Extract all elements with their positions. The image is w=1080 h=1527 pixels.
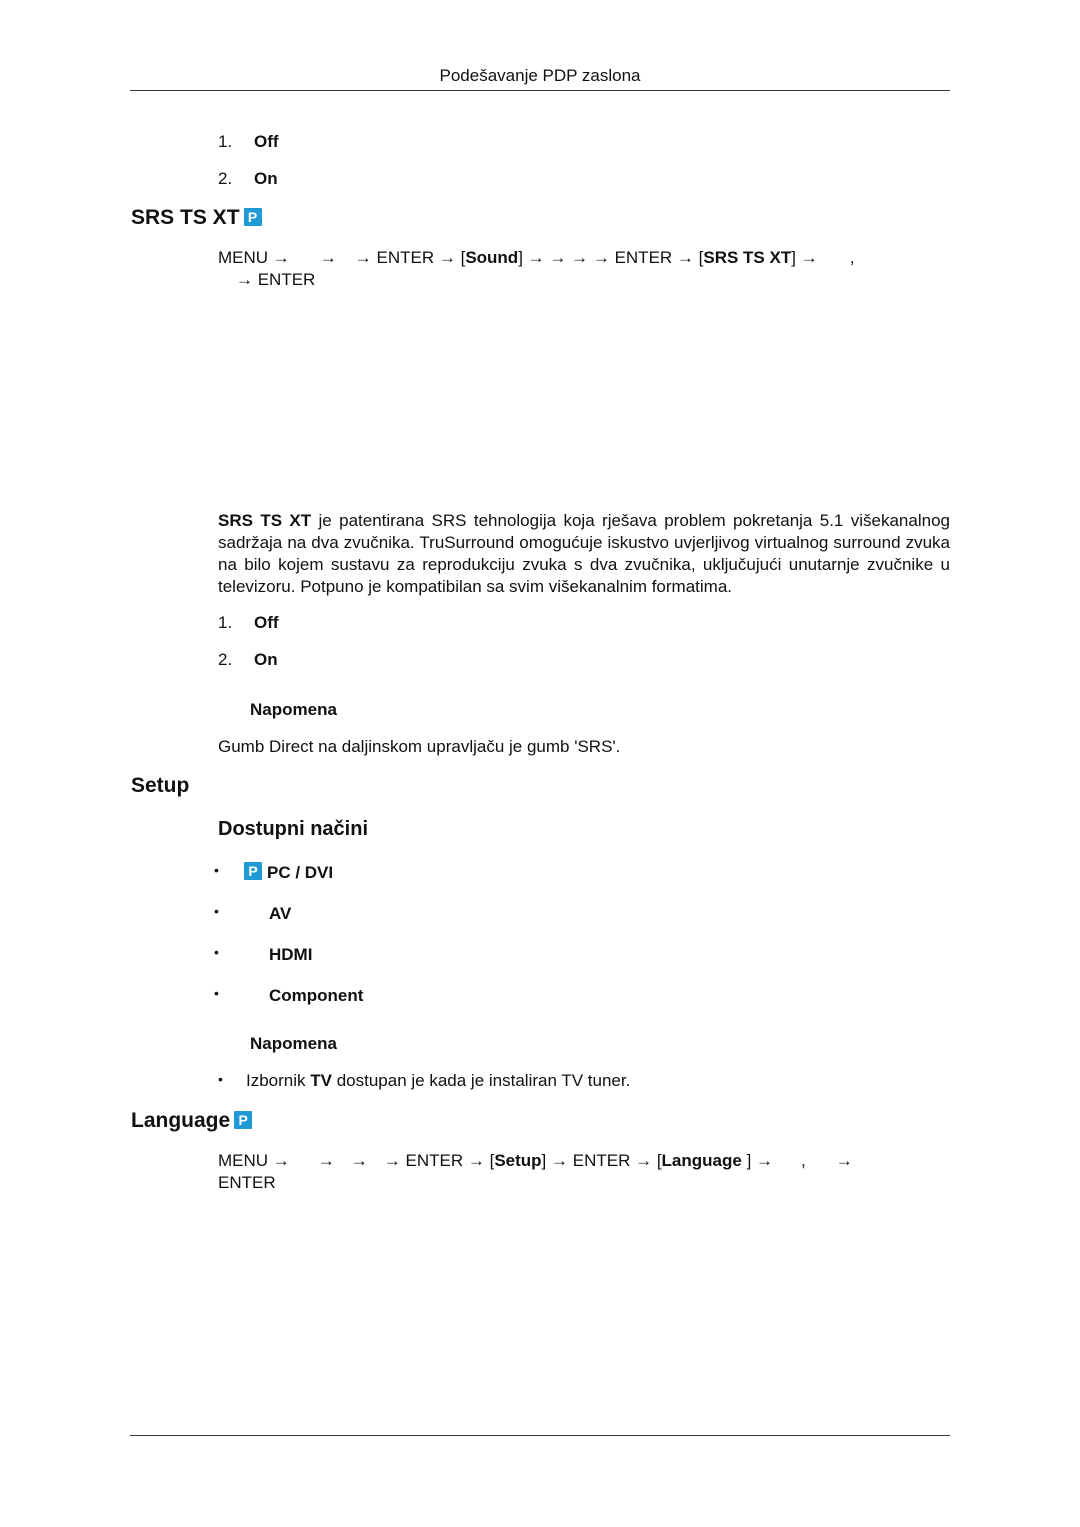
path-arrow: → — [319, 248, 337, 267]
setup-note-item: • Izbornik TV dostupan je kada je instali… — [218, 1071, 630, 1091]
page-header-title: Podešavanje PDP zaslona — [439, 66, 641, 85]
path-arrow: → — [350, 1151, 368, 1170]
option-item: 2. On — [218, 169, 278, 189]
available-modes-heading: Dostupni načini — [218, 818, 368, 840]
mode-label: AV — [269, 904, 292, 923]
path-enter: → ENTER → — [551, 1151, 653, 1170]
srs-menu-path: MENU → → → ENTER → [Sound] → → → → ENTER →… — [218, 247, 950, 291]
srs-description-bold: SRS TS XT — [218, 511, 312, 530]
header-divider — [130, 90, 950, 91]
note-text-post: dostupan je kada je instaliran TV tuner. — [331, 1071, 631, 1090]
language-menu-path: MENU → → → → ENTER → [Setup] → ENTER → [Lan… — [218, 1150, 950, 1194]
path-comma: , — [849, 248, 855, 267]
bullet-icon: • — [214, 985, 219, 1001]
path-arrow: → — [317, 1151, 335, 1170]
option-label: Off — [254, 613, 279, 632]
path-enter: → ENTER → — [354, 248, 456, 267]
setup-section-heading: Setup — [131, 774, 190, 797]
option-item: 2. On — [218, 650, 278, 670]
bullet-icon: • — [214, 862, 219, 878]
pc-mode-badge-icon: P — [244, 862, 262, 880]
bracket: ] — [541, 1151, 547, 1170]
option-item: 1. Off — [218, 132, 279, 152]
language-section-heading: Language P — [131, 1109, 253, 1133]
srs-section-heading: SRS TS XT P — [131, 206, 262, 230]
mode-label: HDMI — [269, 945, 313, 964]
mode-label: Component — [269, 986, 364, 1005]
language-heading-text: Language — [131, 1109, 231, 1132]
option-label: On — [254, 169, 278, 188]
footer-divider — [130, 1435, 950, 1436]
bracket: ] — [746, 1151, 752, 1170]
bracket: ] — [518, 248, 523, 267]
note-text-bold: TV — [310, 1071, 332, 1090]
path-menu: MENU → — [218, 248, 290, 267]
path-srs: SRS TS XT — [703, 248, 792, 267]
path-arrows-enter: → → → → ENTER → — [527, 248, 694, 267]
srs-heading-text: SRS TS XT — [131, 206, 240, 229]
path-arrow: → — [756, 1151, 774, 1170]
path-line-2: → ENTER — [236, 270, 316, 289]
pc-mode-badge-icon: P — [243, 208, 262, 226]
mode-item: • HDMI — [214, 944, 312, 965]
path-setup: Setup — [494, 1151, 542, 1170]
path-comma: , — [801, 1151, 806, 1170]
srs-description-text: je patentirana SRS tehnologija koja rješ… — [218, 511, 950, 596]
mode-item: • AV — [214, 903, 291, 924]
note-text-pre: Izbornik — [246, 1071, 311, 1090]
srs-note-text: Gumb Direct na daljinskom upravljaču je … — [218, 737, 621, 756]
pc-mode-badge-icon: P — [234, 1111, 253, 1129]
mode-item: • Component — [214, 985, 363, 1006]
bullet-icon: • — [214, 944, 219, 960]
option-number: 1. — [218, 613, 233, 632]
path-sound: Sound — [465, 248, 519, 267]
srs-note-title: Napomena — [250, 700, 337, 719]
option-number: 1. — [218, 132, 233, 151]
path-menu: MENU → — [218, 1151, 290, 1170]
mode-label: PC / DVI — [267, 863, 334, 882]
option-number: 2. — [218, 650, 233, 669]
path-language: Language — [661, 1151, 742, 1170]
srs-description: SRS TS XT je patentirana SRS tehnologija… — [218, 510, 950, 598]
path-arrow: → — [835, 1151, 853, 1170]
option-label: Off — [254, 132, 279, 151]
path-line-2: ENTER — [218, 1173, 276, 1192]
bullet-icon: • — [218, 1071, 223, 1087]
mode-item: • P PC / DVI — [214, 862, 333, 883]
bracket: ] — [791, 248, 796, 267]
bullet-icon: • — [214, 903, 219, 919]
option-number: 2. — [218, 169, 233, 188]
path-enter: → ENTER → — [383, 1151, 485, 1170]
option-label: On — [254, 650, 278, 669]
setup-note-title: Napomena — [250, 1034, 337, 1053]
option-item: 1. Off — [218, 613, 279, 633]
path-arrow: → — [800, 248, 818, 267]
